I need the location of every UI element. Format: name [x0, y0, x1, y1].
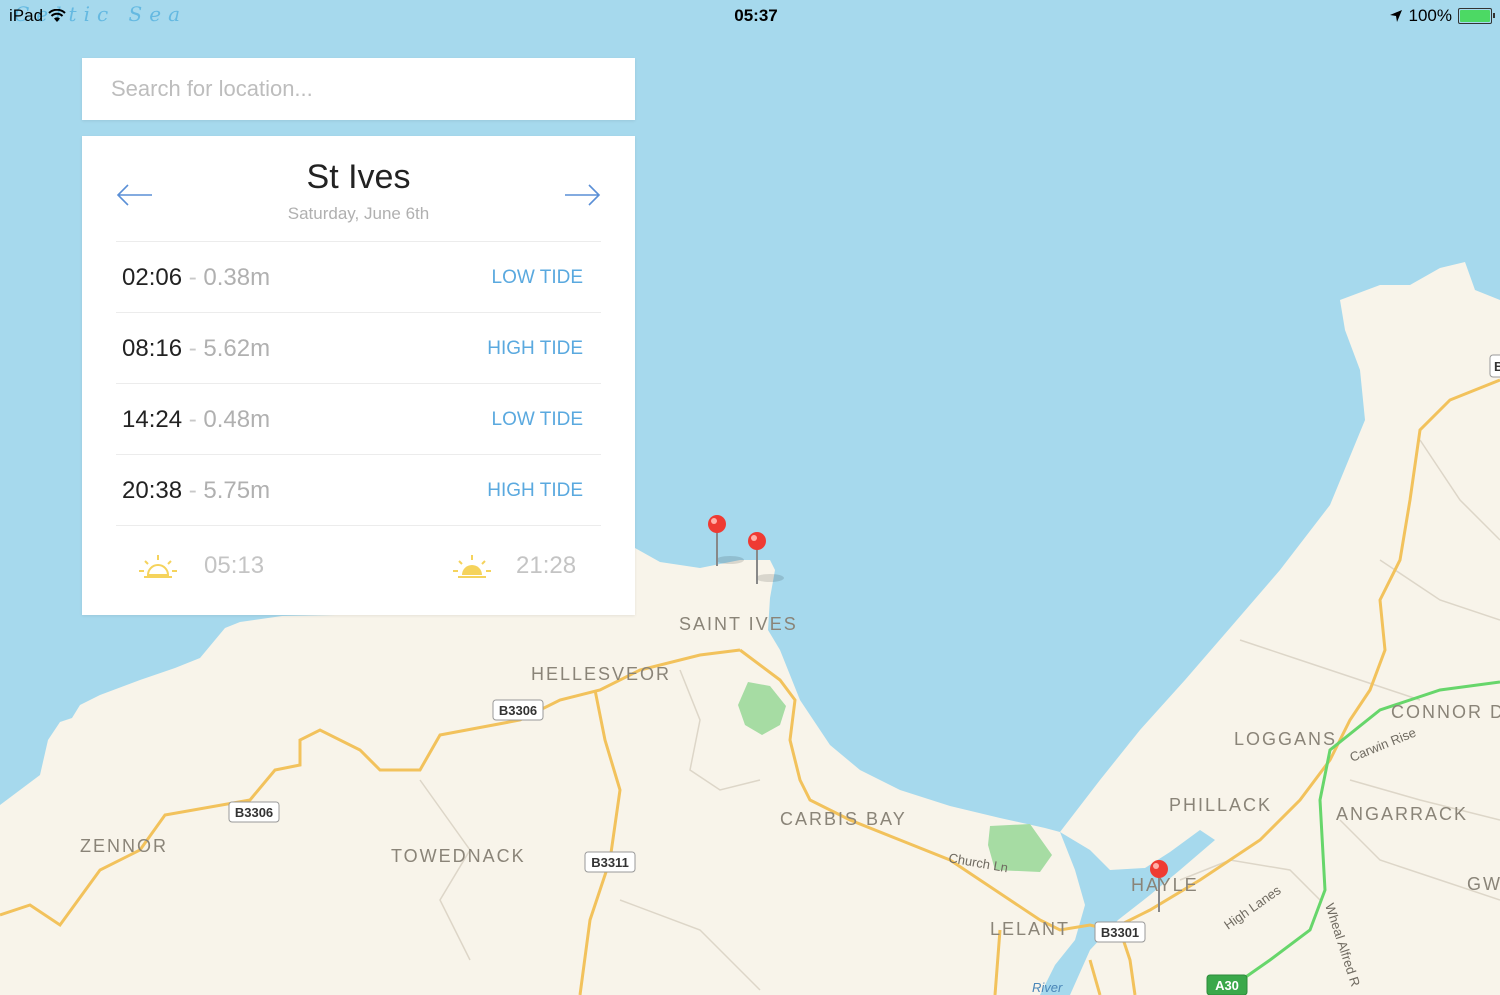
svg-text:B3311: B3311	[591, 855, 629, 870]
sunset-time: 21:28	[516, 552, 577, 579]
place-label: PHILLACK	[1169, 795, 1272, 815]
place-label: HELLESVEOR	[531, 664, 671, 684]
tide-height: 5.75m	[203, 477, 271, 504]
tide-time: 20:38	[122, 477, 183, 504]
status-bar: Celtic Sea iPad 05:37 100%	[0, 0, 1500, 30]
tide-height: 0.48m	[203, 406, 271, 433]
place-label: ANGARRACK	[1336, 804, 1468, 824]
sunrise-time: 05:13	[204, 552, 265, 579]
location-title: St Ives	[306, 158, 411, 196]
sunset: 21:28	[452, 551, 576, 581]
next-day-arrow-icon[interactable]	[563, 180, 603, 210]
search-box	[82, 58, 635, 120]
tide-list: 02:06 - 0.38m LOW TIDE 08:16 - 5.62m HIG…	[116, 241, 601, 526]
tide-separator: -	[188, 406, 197, 433]
location-arrow-icon	[1389, 10, 1402, 22]
tide-type: LOW TIDE	[491, 267, 584, 288]
place-label: TOWEDNACK	[391, 846, 526, 866]
road-shield: B3306	[492, 699, 544, 721]
tide-height: 0.38m	[203, 264, 271, 291]
place-label: CONNOR D	[1391, 702, 1500, 722]
date-label: Saturday, June 6th	[287, 204, 430, 223]
street-label: River	[1032, 980, 1063, 995]
tide-separator: -	[188, 335, 197, 362]
place-label: SAINT IVES	[679, 614, 798, 634]
road-shield: B3301	[1094, 921, 1146, 943]
place-label: CARBIS BAY	[780, 809, 907, 829]
tide-row: 14:24 - 0.48m LOW TIDE	[116, 383, 601, 454]
place-label: LELANT	[990, 919, 1070, 939]
tide-row: 20:38 - 5.75m HIGH TIDE	[116, 454, 601, 525]
sunrise-icon	[139, 555, 177, 578]
divider	[116, 525, 601, 526]
tide-time: 14:24	[122, 406, 183, 433]
map-pin[interactable]	[708, 515, 744, 566]
status-time: 05:37	[734, 6, 778, 25]
place-label: ZENNOR	[80, 836, 168, 856]
tide-separator: -	[188, 264, 197, 291]
svg-text:A30: A30	[1215, 978, 1239, 993]
tide-type: HIGH TIDE	[487, 338, 583, 359]
road-shield: B3306	[228, 801, 280, 823]
tide-card: St Ives Saturday, June 6th 02:06 - 0.38m…	[82, 136, 635, 615]
tide-time: 08:16	[122, 335, 183, 362]
place-label: GW	[1467, 874, 1500, 894]
tide-row: 02:06 - 0.38m LOW TIDE	[116, 241, 601, 312]
svg-text:B: B	[1494, 359, 1500, 374]
battery-icon	[1458, 8, 1495, 24]
road-shield: B	[1489, 354, 1500, 378]
tide-type: LOW TIDE	[491, 409, 584, 430]
search-input[interactable]	[82, 58, 635, 120]
road-shield: B3311	[584, 851, 636, 873]
svg-text:B3306: B3306	[235, 805, 273, 820]
battery-percent: 100%	[1408, 6, 1452, 25]
tide-time: 02:06	[122, 264, 183, 291]
svg-text:B3301: B3301	[1101, 925, 1139, 940]
svg-text:B3306: B3306	[499, 703, 537, 718]
place-label: LOGGANS	[1234, 729, 1337, 749]
place-label: HAYLE	[1131, 875, 1199, 895]
tide-type: HIGH TIDE	[487, 480, 583, 501]
sunset-icon	[453, 555, 491, 578]
tide-height: 5.62m	[203, 335, 271, 362]
tide-separator: -	[188, 477, 197, 504]
road-shield: A30	[1206, 974, 1248, 995]
tide-row: 08:16 - 5.62m HIGH TIDE	[116, 312, 601, 383]
sunrise: 05:13	[136, 551, 264, 581]
